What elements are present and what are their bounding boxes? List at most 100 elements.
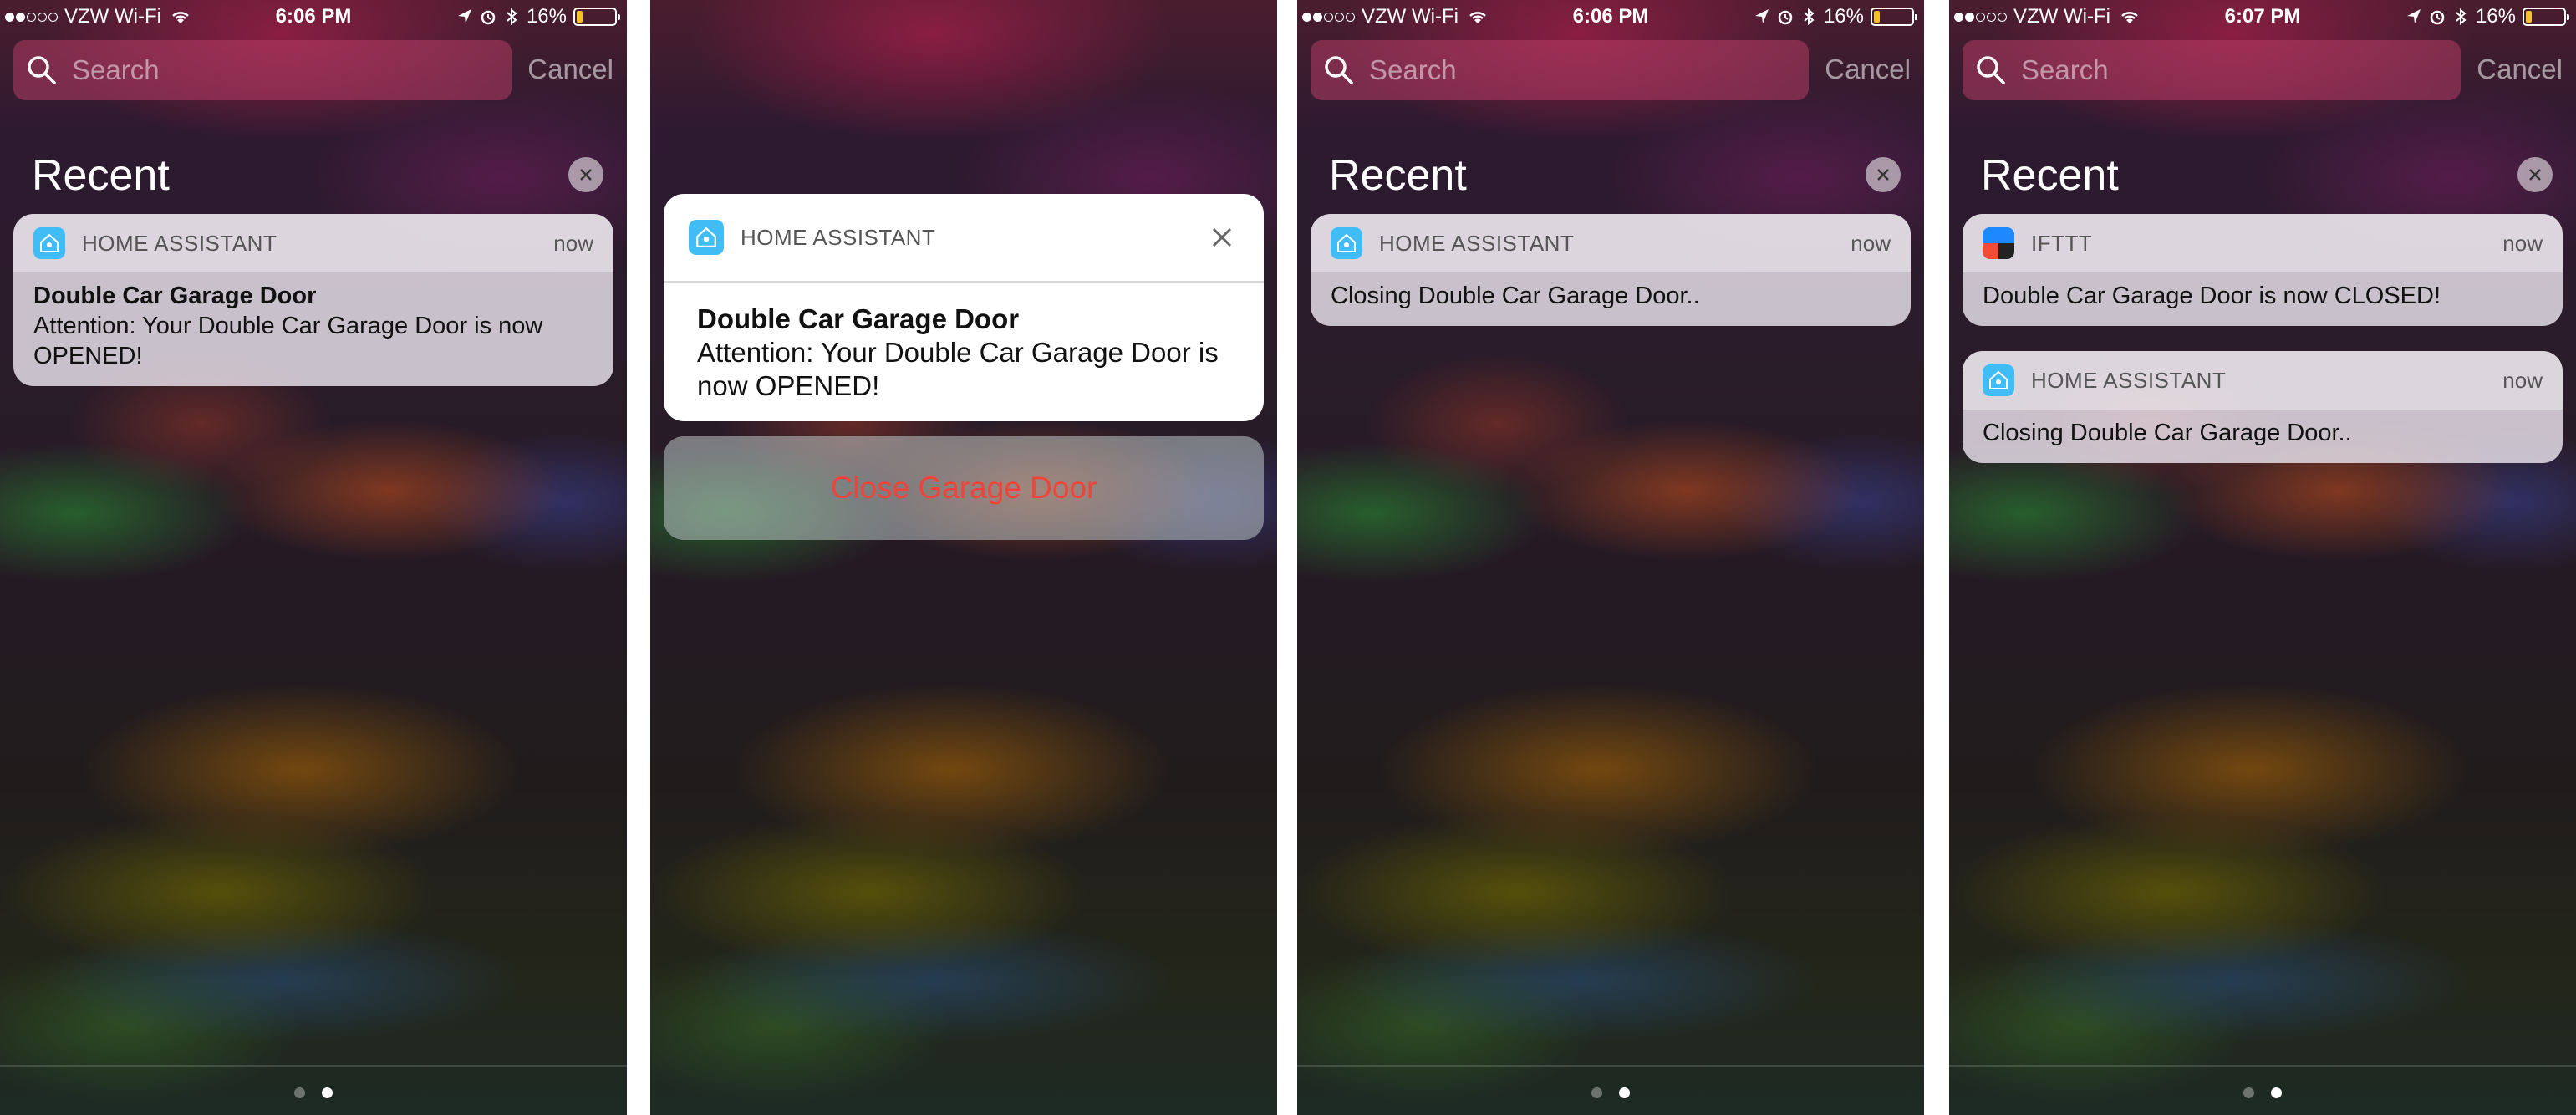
search-placeholder: Search (1369, 54, 1457, 85)
notification-title: Double Car Garage Door (33, 283, 317, 309)
search-icon (1325, 56, 1353, 84)
search-row: Search Cancel (1311, 40, 1911, 100)
expanded-header: HOME ASSISTANT (664, 194, 1264, 283)
battery-fill (1874, 11, 1880, 23)
page-indicator (0, 1087, 627, 1098)
section-title: Recent (1981, 151, 2119, 200)
battery-icon (573, 8, 620, 26)
screen-recent-closed: VZW Wi-Fi 6:07 PM 16% Search Cancel Rece… (1949, 0, 2576, 1115)
search-placeholder: Search (2021, 54, 2109, 85)
cancel-button[interactable]: Cancel (527, 53, 613, 85)
notification-message: Attention: Your Double Car Garage Door i… (697, 337, 1219, 401)
notification-message: Closing Double Car Garage Door.. (1331, 283, 1700, 309)
notification-body: Double Car Garage Door is now CLOSED! (1963, 272, 2563, 326)
battery-icon (2523, 8, 2569, 26)
section-title: Recent (32, 151, 170, 200)
clear-icon (580, 169, 592, 181)
notification-message: Closing Double Car Garage Door.. (1983, 420, 2352, 446)
app-name: HOME ASSISTANT (82, 230, 277, 256)
search-input[interactable]: Search (1311, 40, 1809, 100)
location-icon (1754, 9, 1769, 23)
search-row: Search Cancel (1963, 40, 2563, 100)
app-name: HOME ASSISTANT (1379, 230, 1575, 256)
search-input[interactable]: Search (1963, 40, 2461, 100)
search-icon (28, 56, 56, 84)
battery-percent: 16% (526, 5, 567, 28)
notification-header: HOME ASSISTANT now (1963, 351, 2563, 410)
section-title: Recent (1329, 151, 1467, 200)
battery-percent: 16% (2475, 5, 2516, 28)
page-dot (1591, 1087, 1602, 1098)
bluetooth-icon (1804, 8, 1815, 26)
ifttt-icon (1983, 227, 2014, 259)
notification-card[interactable]: HOME ASSISTANT now Closing Double Car Ga… (1963, 351, 2563, 463)
status-bar: VZW Wi-Fi 6:06 PM 16% (1297, 0, 1924, 33)
search-icon (1977, 56, 2005, 84)
cancel-button[interactable]: Cancel (2477, 53, 2563, 85)
screen-recent-opened: VZW Wi-Fi 6:06 PM 16% Search Cancel Rece… (0, 0, 627, 1115)
status-right: 16% (2405, 5, 2569, 28)
notification-header: HOME ASSISTANT now (1311, 214, 1911, 272)
notification-card[interactable]: IFTTT now Double Car Garage Door is now … (1963, 214, 2563, 326)
status-bar: VZW Wi-Fi 6:06 PM 16% (0, 0, 627, 33)
bluetooth-icon (507, 8, 517, 26)
notification-title: Double Car Garage Door (697, 303, 1020, 334)
status-bar: VZW Wi-Fi 6:07 PM 16% (1949, 0, 2576, 33)
clear-button[interactable] (1866, 157, 1901, 192)
recent-header: Recent (1981, 150, 2553, 201)
home-assistant-icon (1983, 364, 2014, 396)
page-dot-active (1619, 1087, 1630, 1098)
status-right: 16% (1754, 5, 1917, 28)
page-dot (2243, 1087, 2254, 1098)
search-placeholder: Search (72, 54, 160, 85)
notification-time: now (553, 230, 593, 256)
clear-icon (1877, 169, 1889, 181)
search-row: Search Cancel (13, 40, 613, 100)
alarm-icon (2430, 10, 2445, 25)
notification-header: HOME ASSISTANT now (13, 214, 613, 272)
screen-expanded-notification: HOME ASSISTANT Double Car Garage Door At… (650, 0, 1277, 1115)
bluetooth-icon (2456, 8, 2467, 26)
battery-fill (2526, 11, 2532, 23)
search-input[interactable]: Search (13, 40, 512, 100)
divider (1297, 1065, 1924, 1067)
alarm-icon (1778, 10, 1793, 25)
notification-time: now (2502, 230, 2543, 256)
notification-header: IFTTT now (1963, 214, 2563, 272)
home-assistant-icon (33, 227, 65, 259)
notification-body: Closing Double Car Garage Door.. (1311, 272, 1911, 326)
clear-button[interactable] (568, 157, 603, 192)
page-indicator (1949, 1087, 2576, 1098)
location-icon (2406, 9, 2421, 23)
expanded-notification: HOME ASSISTANT Double Car Garage Door At… (664, 194, 1264, 421)
alarm-icon (481, 10, 496, 25)
notification-body: Double Car Garage Door Attention: Your D… (13, 272, 613, 386)
cancel-button[interactable]: Cancel (1825, 53, 1911, 85)
page-dot (294, 1087, 305, 1098)
battery-percent: 16% (1823, 5, 1864, 28)
page-dot-active (2271, 1087, 2282, 1098)
status-right: 16% (456, 5, 620, 28)
notification-message: Double Car Garage Door is now CLOSED! (1983, 283, 2441, 309)
notification-time: now (2502, 367, 2543, 393)
app-name: IFTTT (2031, 230, 2093, 256)
divider (1949, 1065, 2576, 1067)
notification-card[interactable]: HOME ASSISTANT now Double Car Garage Doo… (13, 214, 613, 386)
close-garage-door-button[interactable]: Close Garage Door (664, 436, 1264, 540)
screen-recent-closing: VZW Wi-Fi 6:06 PM 16% Search Cancel Rece… (1297, 0, 1924, 1115)
app-name: HOME ASSISTANT (2031, 367, 2227, 393)
home-assistant-icon (689, 220, 724, 255)
notification-message: Attention: Your Double Car Garage Door i… (33, 313, 543, 369)
close-icon[interactable] (1205, 221, 1239, 254)
notification-time: now (1851, 230, 1891, 256)
notification-card[interactable]: HOME ASSISTANT now Closing Double Car Ga… (1311, 214, 1911, 326)
battery-fill (577, 11, 583, 23)
recent-header: Recent (32, 150, 603, 201)
page-indicator (1297, 1087, 1924, 1098)
notification-body: Closing Double Car Garage Door.. (1963, 410, 2563, 463)
home-assistant-icon (1331, 227, 1362, 259)
clear-button[interactable] (2517, 157, 2553, 192)
battery-icon (1871, 8, 1917, 26)
page-dot-active (322, 1087, 333, 1098)
expanded-body: Double Car Garage Door Attention: Your D… (664, 283, 1264, 421)
